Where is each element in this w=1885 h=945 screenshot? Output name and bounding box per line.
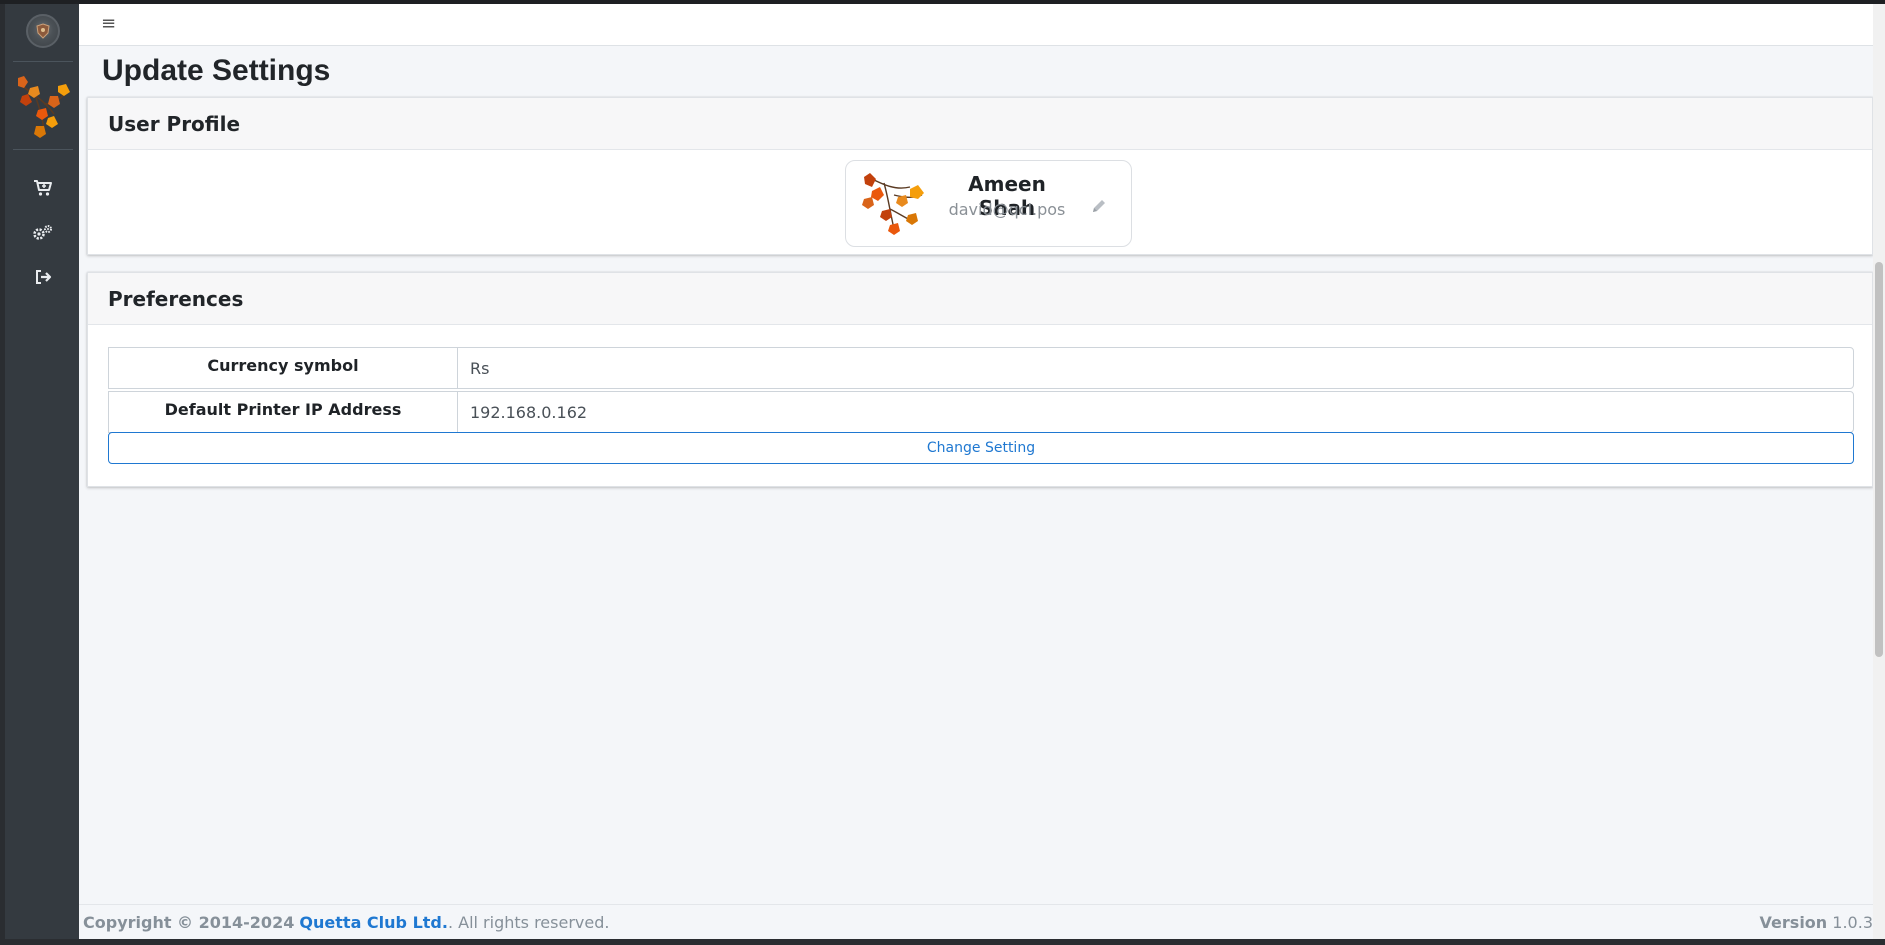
card-title: User Profile (88, 98, 1872, 150)
logout-icon[interactable] (31, 265, 55, 289)
preferences-card: Preferences Currency symbol Default Prin… (87, 272, 1873, 487)
currency-symbol-input[interactable] (457, 347, 1854, 389)
printer-ip-row: Default Printer IP Address (108, 391, 1854, 433)
printer-ip-input[interactable] (457, 391, 1854, 433)
shield-icon (36, 23, 50, 39)
scrollbar-thumb[interactable] (1875, 262, 1883, 657)
edit-pencil-icon[interactable] (1090, 197, 1108, 215)
printer-ip-label: Default Printer IP Address (108, 391, 457, 433)
brand-leaves-image[interactable] (14, 74, 72, 140)
sidebar-divider (13, 149, 73, 150)
version-label: Version (1759, 913, 1828, 932)
sidebar-divider (13, 61, 73, 62)
app-logo[interactable] (26, 14, 60, 48)
change-setting-button[interactable]: Change Setting (108, 432, 1854, 464)
copyright-prefix: Copyright © 2014-2024 (83, 913, 295, 932)
copyright-text: Copyright © 2014-2024 Quetta Club Ltd.. … (83, 913, 609, 932)
profile-summary: Ameen Shah david@qcl.pos (845, 160, 1132, 247)
top-navbar: ≡ (79, 4, 1873, 46)
page-scrollbar[interactable] (1873, 4, 1885, 939)
menu-toggle-icon[interactable]: ≡ (101, 14, 119, 34)
window-bottom-strip (0, 939, 1885, 945)
currency-symbol-label: Currency symbol (108, 347, 457, 389)
copyright-suffix: . All rights reserved. (447, 913, 610, 932)
company-link[interactable]: Quetta Club Ltd. (299, 913, 448, 932)
avatar (862, 173, 924, 235)
version-info: Version 1.0.3 (1760, 913, 1873, 932)
main-content: ≡ Update Settings User Profile Ameen Sha… (79, 4, 1873, 939)
company-name: Quetta Club Ltd. (299, 913, 448, 932)
user-email: david@qcl.pos (948, 200, 1066, 219)
currency-symbol-row: Currency symbol (108, 347, 1854, 389)
version-value: 1.0.3 (1832, 913, 1873, 932)
footer: Copyright © 2014-2024 Quetta Club Ltd.. … (79, 904, 1873, 939)
page-title: Update Settings (102, 54, 331, 87)
user-profile-card: User Profile Ameen Shah david@qcl.pos (87, 97, 1873, 255)
card-title: Preferences (88, 273, 1872, 325)
cart-icon[interactable] (31, 176, 55, 200)
sidebar (5, 4, 79, 939)
settings-icon[interactable] (31, 221, 55, 245)
